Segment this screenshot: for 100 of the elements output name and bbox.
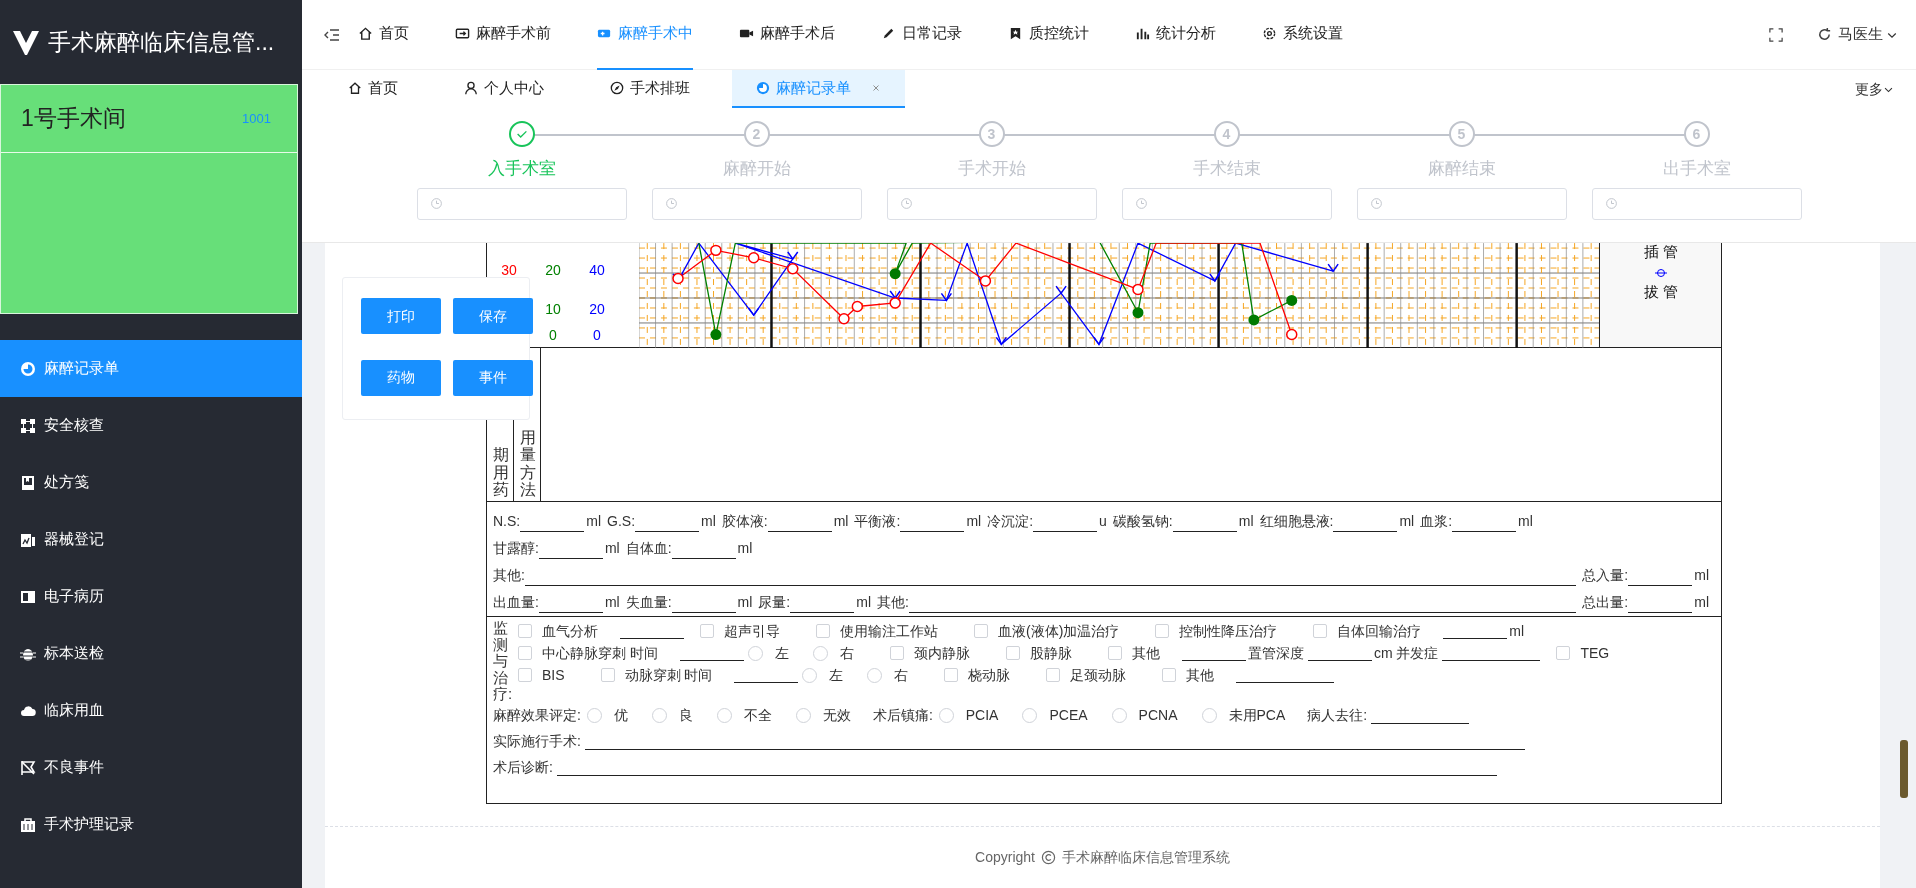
checkbox[interactable] bbox=[1162, 668, 1177, 682]
checkbox-label: 血气分析 bbox=[542, 621, 598, 641]
compass-icon bbox=[610, 81, 624, 95]
time-field[interactable] bbox=[886, 187, 1097, 220]
field-label: 甘露醇: bbox=[493, 539, 539, 558]
checkbox-label: TEG bbox=[1580, 643, 1610, 663]
checkbox-label: 股静脉 bbox=[1029, 643, 1072, 663]
logo-icon bbox=[12, 28, 40, 56]
checkbox-label: 血液(液体)加温治疗 bbox=[998, 621, 1120, 641]
step-label: 手术开始 bbox=[957, 158, 1026, 180]
unit-label: ml bbox=[1694, 566, 1709, 585]
sidebar-item[interactable]: 临床用血 bbox=[0, 682, 302, 739]
gear-icon bbox=[1262, 26, 1277, 41]
unit-label: ml bbox=[586, 512, 601, 531]
checkbox[interactable] bbox=[816, 624, 830, 638]
checkbox[interactable] bbox=[600, 668, 615, 682]
data-point bbox=[837, 313, 850, 325]
sidebar-item[interactable]: 不良事件 bbox=[0, 739, 302, 796]
nav-item[interactable]: 麻醉手术前 bbox=[455, 0, 551, 70]
user-menu[interactable]: 马医生 bbox=[1838, 23, 1883, 46]
field-label: 尿量: bbox=[758, 593, 791, 612]
checkbox[interactable] bbox=[1107, 646, 1122, 660]
checkbox[interactable] bbox=[518, 624, 532, 638]
row-label: 期用药 bbox=[493, 446, 509, 499]
sidebar-item[interactable]: 器械登记 bbox=[0, 511, 302, 568]
tab[interactable]: 手术排班 bbox=[586, 70, 714, 108]
time-field[interactable] bbox=[1121, 187, 1332, 220]
close-icon[interactable] bbox=[871, 83, 881, 93]
nav-item[interactable]: 统计分析 bbox=[1135, 0, 1216, 70]
nav-item[interactable]: 质控统计 bbox=[1008, 0, 1089, 70]
sidebar-item[interactable]: 处方笺 bbox=[0, 454, 302, 511]
field-label: 总出量: bbox=[1582, 593, 1629, 612]
data-point bbox=[710, 329, 722, 341]
scrollbar-thumb[interactable] bbox=[1900, 740, 1908, 798]
data-point bbox=[1248, 314, 1260, 326]
clock-icon bbox=[429, 197, 443, 210]
fullscreen-icon[interactable] bbox=[1769, 27, 1783, 42]
data-point bbox=[1286, 294, 1297, 306]
time-field[interactable] bbox=[1591, 187, 1802, 220]
field-label: 病人去往: bbox=[1307, 706, 1368, 725]
sidebar-item[interactable]: 手术护理记录 bbox=[0, 796, 302, 853]
clock-icon bbox=[899, 197, 913, 210]
tab[interactable]: 个人中心 bbox=[440, 70, 568, 108]
field-label: 红细胞悬液: bbox=[1259, 512, 1334, 531]
user-icon bbox=[464, 81, 478, 95]
app-title: 手术麻醉临床信息管... bbox=[48, 27, 275, 57]
step-number: 5 bbox=[1448, 121, 1475, 147]
checkbox[interactable] bbox=[944, 668, 959, 682]
radio-label: 右 bbox=[894, 665, 909, 685]
radio-label: 良 bbox=[678, 706, 693, 725]
step-number: 6 bbox=[1683, 121, 1710, 147]
step-label: 出手术室 bbox=[1662, 158, 1731, 180]
radio-label: PCEA bbox=[1049, 706, 1088, 725]
sidebar-item[interactable]: 电子病历 bbox=[0, 568, 302, 625]
step-number: 3 bbox=[978, 121, 1005, 147]
checkbox-label: 其他 bbox=[1186, 665, 1215, 685]
step-number: 4 bbox=[1213, 121, 1240, 147]
nav-item[interactable]: 麻醉手术后 bbox=[739, 0, 835, 70]
time-field[interactable] bbox=[1356, 187, 1567, 220]
checkbox[interactable] bbox=[518, 646, 532, 660]
data-point bbox=[940, 292, 952, 302]
field-label: 总入量: bbox=[1582, 566, 1629, 585]
checkbox[interactable] bbox=[1313, 624, 1328, 638]
field-label: 实际施行手术: bbox=[493, 732, 581, 751]
data-point bbox=[747, 252, 760, 264]
checkbox[interactable] bbox=[1155, 624, 1170, 638]
checkbox[interactable] bbox=[974, 624, 988, 638]
checkbox[interactable] bbox=[1005, 646, 1020, 660]
checkbox[interactable] bbox=[889, 646, 904, 660]
pie-icon bbox=[756, 81, 770, 95]
checkbox[interactable] bbox=[1046, 668, 1061, 682]
step-label: 麻醉开始 bbox=[722, 158, 791, 180]
checkbox[interactable] bbox=[518, 668, 532, 682]
checkbox[interactable] bbox=[1556, 646, 1571, 660]
field-label: cm 并发症 bbox=[1373, 643, 1439, 663]
briefcase-icon bbox=[20, 816, 36, 833]
radio-label: 不全 bbox=[743, 706, 772, 725]
radio-label: PCNA bbox=[1138, 706, 1178, 725]
radio-label: PCIA bbox=[965, 706, 999, 725]
nav-item[interactable]: 日常记录 bbox=[881, 0, 962, 70]
device-icon bbox=[20, 531, 36, 548]
nav-item[interactable]: 系统设置 bbox=[1262, 0, 1343, 70]
collapse-icon[interactable] bbox=[324, 26, 340, 43]
tab[interactable]: 首页 bbox=[324, 70, 422, 108]
unit-label: ml bbox=[737, 593, 753, 612]
pie-icon bbox=[20, 360, 36, 377]
checkbox[interactable] bbox=[700, 624, 714, 638]
clock-icon bbox=[664, 197, 678, 210]
time-field[interactable] bbox=[651, 187, 862, 220]
clock-icon bbox=[1369, 197, 1383, 210]
checkbox-label: 颈内静脉 bbox=[913, 643, 970, 663]
data-point bbox=[747, 307, 760, 317]
unit-label: ml bbox=[604, 593, 620, 612]
sidebar-item[interactable]: 标本送检 bbox=[0, 625, 302, 682]
more-menu[interactable]: 更多 bbox=[1855, 70, 1894, 108]
flag-off-icon bbox=[20, 759, 36, 776]
room-name: 1号手术间 bbox=[21, 104, 126, 134]
nav-item[interactable]: 首页 bbox=[358, 0, 409, 70]
time-field[interactable] bbox=[416, 187, 627, 220]
sidebar-item[interactable]: 安全核查 bbox=[0, 397, 302, 454]
